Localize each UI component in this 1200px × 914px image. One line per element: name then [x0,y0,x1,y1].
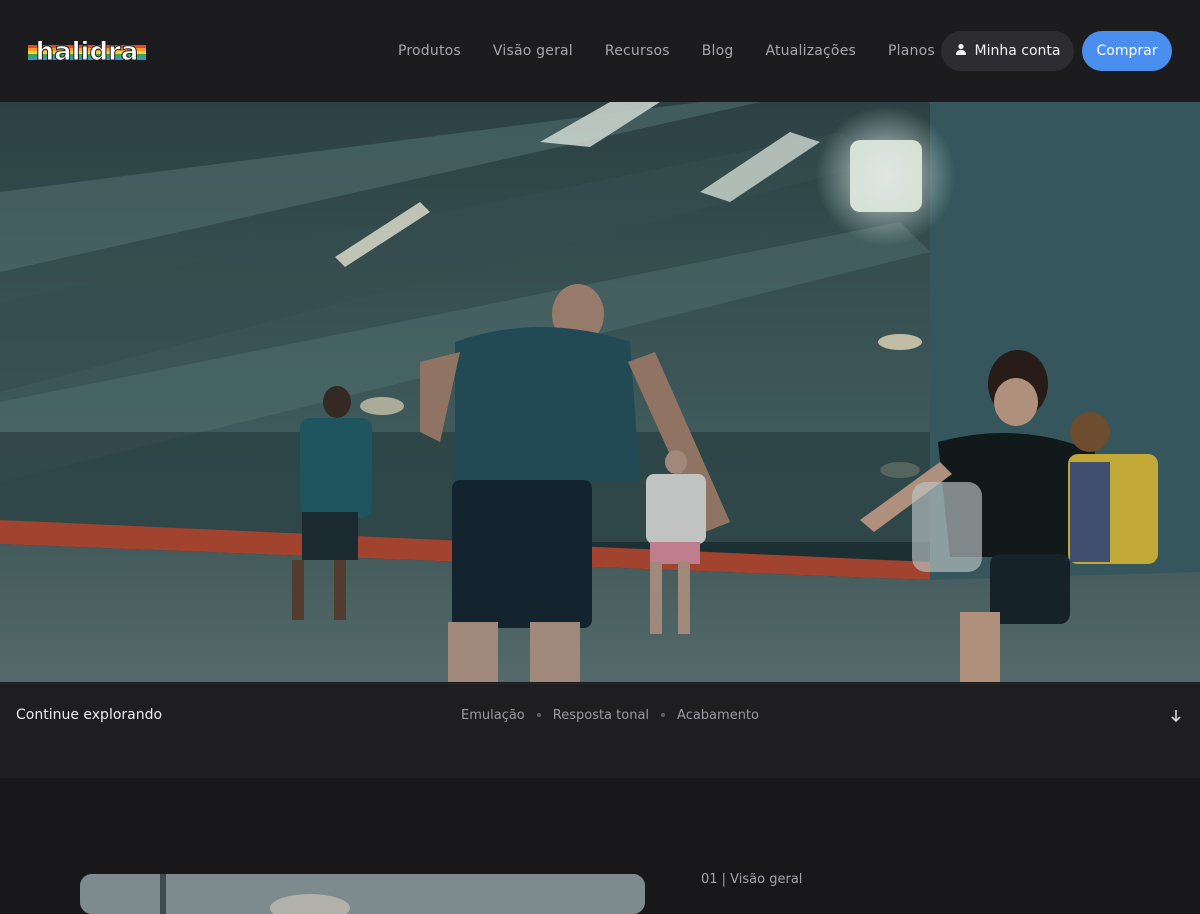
nav-blog[interactable]: Blog [686,43,750,59]
site-header: halidra Produtos Visão geral Recursos Bl… [0,0,1200,102]
nav-produtos[interactable]: Produtos [382,43,477,59]
hero-image [0,102,1200,682]
section-label: 01 | Visão geral [701,872,803,887]
account-label: Minha conta [974,43,1061,59]
explore-bar: Continue explorando Emulação Resposta to… [0,683,1200,746]
user-icon [955,43,967,59]
explore-links: Emulação Resposta tonal Acabamento [461,684,759,746]
separator-dot [536,713,541,717]
halidra-logo[interactable]: halidra [28,37,146,68]
explore-link-emulacao[interactable]: Emulação [461,708,525,723]
nav-atualizacoes[interactable]: Atualizações [749,43,872,59]
explore-link-resposta-tonal[interactable]: Resposta tonal [553,708,649,723]
main-nav: Produtos Visão geral Recursos Blog Atual… [382,0,951,102]
nav-planos[interactable]: Planos [872,43,951,59]
separator-dot [661,713,666,717]
account-button[interactable]: Minha conta [941,31,1074,71]
explore-title: Continue explorando [16,707,163,723]
arrow-down-icon[interactable] [1166,706,1186,726]
explore-link-acabamento[interactable]: Acabamento [677,708,759,723]
nav-recursos[interactable]: Recursos [589,43,686,59]
buy-button[interactable]: Comprar [1082,31,1172,71]
svg-text:halidra: halidra [36,39,139,63]
buy-label: Comprar [1096,43,1158,59]
divider-strip [0,745,1200,778]
nav-visao-geral[interactable]: Visão geral [477,43,589,59]
overview-thumbnail [80,874,645,914]
